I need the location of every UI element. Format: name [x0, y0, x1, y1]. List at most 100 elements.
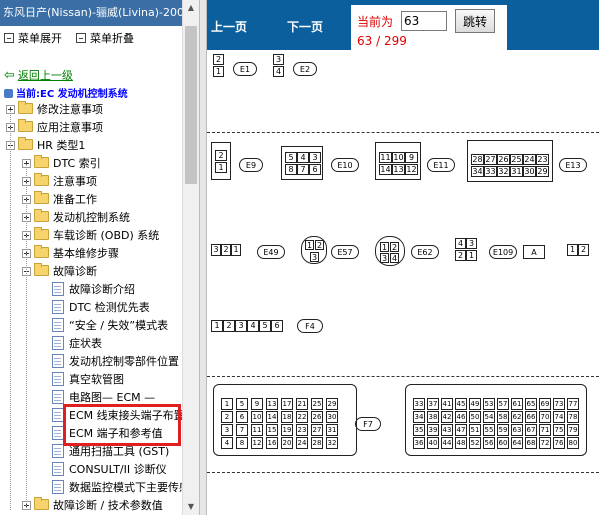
pin-cell: 4	[247, 320, 259, 332]
pin-cell: 54	[483, 411, 495, 423]
pin-cell: 13	[392, 164, 405, 175]
pin-cell: 64	[511, 437, 523, 449]
prev-page-link[interactable]: 上一页	[211, 18, 247, 35]
tree-item[interactable]: 故障诊断 / 技术参数值	[22, 497, 163, 515]
pin-cell: 2	[215, 150, 227, 161]
pin-cell: 2	[213, 54, 224, 65]
folder-icon	[34, 191, 49, 204]
pin-cell: 77	[567, 398, 579, 410]
tree-item[interactable]: 数据监控模式下主要传感器	[38, 479, 182, 497]
pin-cell: 74	[553, 411, 565, 423]
connector-label-f4: F4	[297, 319, 323, 333]
pin-cell: 6	[236, 411, 248, 423]
pin-cell: 9	[251, 398, 263, 410]
pin-cell: 34	[413, 411, 425, 423]
document-icon	[52, 372, 64, 386]
tree-item[interactable]: HR 类型1	[6, 137, 85, 155]
pin-cell: 1	[213, 66, 224, 77]
tree-item-label: 准备工作	[53, 193, 97, 206]
section-divider	[207, 132, 599, 133]
back-link[interactable]: ⇦ 返回上一级	[4, 67, 73, 83]
pin-cell: 3	[466, 238, 477, 249]
document-icon	[52, 462, 64, 476]
pin-cell: 21	[296, 398, 308, 410]
tree-item[interactable]: CONSULT/II 诊断仪	[38, 461, 167, 479]
tree-item-label: DTC 检测优先表	[69, 301, 150, 314]
pin-cell: 1	[211, 320, 223, 332]
pin-cell: 51	[469, 424, 481, 436]
tree-item[interactable]: 准备工作	[22, 191, 97, 209]
pin-cell: 35	[413, 424, 425, 436]
scroll-down-icon[interactable]: ▼	[183, 499, 199, 515]
pin-cell: 10	[251, 411, 263, 423]
pin-cell: 39	[427, 424, 439, 436]
tree-item[interactable]: 发动机控制系统	[22, 209, 130, 227]
pin-cell: 15	[266, 424, 278, 436]
tree-item[interactable]: 修改注意事项	[6, 101, 103, 119]
pin-cell: 27	[311, 424, 323, 436]
pin-cell: 5	[259, 320, 271, 332]
pin-cell: 67	[525, 424, 537, 436]
page-count: 63 / 299	[357, 34, 407, 48]
go-button[interactable]: 跳转	[455, 9, 495, 33]
pin-cell: 42	[441, 411, 453, 423]
pin-cell: 30	[326, 411, 338, 423]
pin-cell: 3	[309, 152, 321, 163]
tree-item[interactable]: 应用注意事项	[6, 119, 103, 137]
document-icon	[52, 354, 64, 368]
connector-label-e49: E49	[257, 245, 285, 259]
collapse-menu-button[interactable]: 菜单折叠	[76, 30, 134, 46]
folder-icon	[34, 227, 49, 240]
tree-item[interactable]: 故障诊断	[22, 263, 97, 281]
tree-item[interactable]: DTC 索引	[22, 155, 101, 173]
page-jump-box: 当前为 跳转 63 / 299	[351, 5, 507, 50]
folder-icon	[34, 155, 49, 168]
connector-label-e109: E109	[489, 245, 517, 259]
document-icon	[52, 480, 64, 494]
tree-item[interactable]: 真空软管图	[38, 371, 124, 389]
pin-cell: 72	[539, 437, 551, 449]
pin-cell: 4	[455, 238, 466, 249]
expand-icon	[4, 33, 14, 43]
folder-icon	[18, 137, 33, 150]
pin-cell: 14	[379, 164, 392, 175]
tree-item-label: 修改注意事项	[37, 103, 103, 116]
folder-icon	[18, 119, 33, 132]
book-icon	[4, 89, 13, 98]
tree-item[interactable]: 症状表	[38, 335, 102, 353]
pin-cell: 23	[296, 424, 308, 436]
pin-cell: 18	[281, 411, 293, 423]
tree-item[interactable]: 故障诊断介绍	[38, 281, 135, 299]
pin-cell: 63	[511, 424, 523, 436]
tree-item[interactable]: 基本维修步骤	[22, 245, 119, 263]
pin-cell: 11	[379, 152, 392, 163]
page-number-input[interactable]	[401, 11, 447, 31]
panel-splitter[interactable]	[199, 0, 207, 515]
folder-icon	[34, 497, 49, 510]
tree-item[interactable]: “安全 / 失效”模式表	[38, 317, 168, 335]
pin-cell: 3	[235, 320, 247, 332]
pin-cell: 33	[413, 398, 425, 410]
pin-cell: 4	[221, 437, 233, 449]
pin-cell: 62	[511, 411, 523, 423]
tree-item-label: 通用扫描工具 (GST)	[69, 445, 170, 458]
pin-cell: 3	[221, 424, 233, 436]
tree-item-label: 发动机控制系统	[53, 211, 130, 224]
vertical-scrollbar[interactable]: ▲ ▼	[182, 0, 199, 515]
pin-cell: 34	[471, 166, 484, 177]
tree-item[interactable]: 车载诊断 (OBD) 系统	[22, 227, 159, 245]
tree-item-label: “安全 / 失效”模式表	[69, 319, 169, 332]
pin-cell: 7	[297, 164, 309, 175]
next-page-link[interactable]: 下一页	[287, 18, 323, 35]
tree-item-label: 应用注意事项	[37, 121, 103, 134]
pin-cell: 25	[311, 398, 323, 410]
expand-menu-button[interactable]: 菜单展开	[4, 30, 62, 46]
tree-item[interactable]: DTC 检测优先表	[38, 299, 150, 317]
tree-item[interactable]: 发动机控制零部件位置	[38, 353, 179, 371]
pin-cell: 40	[427, 437, 439, 449]
tree-item-label: 电路图— ECM —	[69, 391, 156, 404]
scroll-up-icon[interactable]: ▲	[183, 0, 199, 16]
tree-item[interactable]: 注意事项	[22, 173, 97, 191]
scroll-thumb[interactable]	[185, 26, 197, 184]
pin-cell: 4	[390, 253, 399, 263]
